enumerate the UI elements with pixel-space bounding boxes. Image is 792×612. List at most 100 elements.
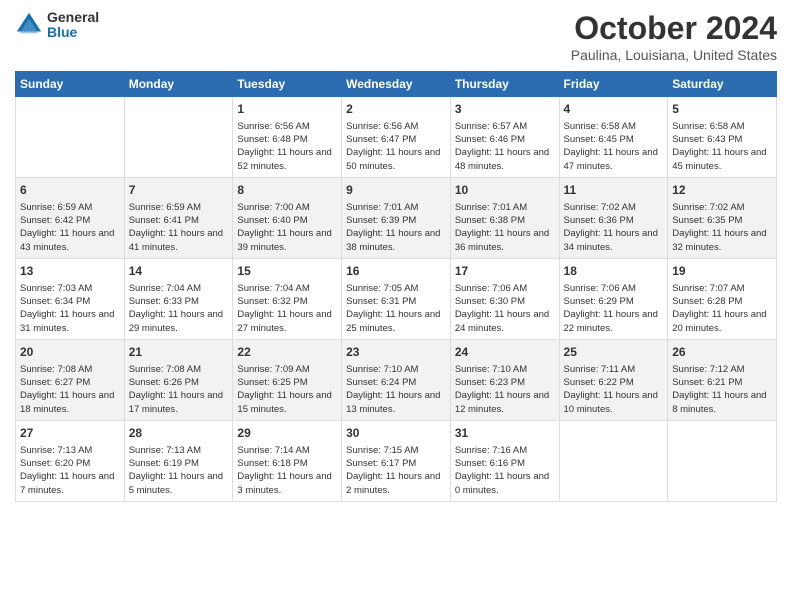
calendar-table: SundayMondayTuesdayWednesdayThursdayFrid… — [15, 71, 777, 502]
month-title: October 2024 — [571, 10, 777, 47]
day-info: Sunrise: 7:08 AM Sunset: 6:27 PM Dayligh… — [20, 363, 120, 416]
day-number: 7 — [129, 182, 229, 199]
logo-general: General — [47, 10, 99, 25]
day-cell: 28Sunrise: 7:13 AM Sunset: 6:19 PM Dayli… — [124, 420, 233, 501]
logo-icon — [15, 11, 43, 39]
day-number: 23 — [346, 344, 446, 361]
day-info: Sunrise: 7:04 AM Sunset: 6:32 PM Dayligh… — [237, 282, 337, 335]
day-number: 25 — [564, 344, 664, 361]
day-cell: 29Sunrise: 7:14 AM Sunset: 6:18 PM Dayli… — [233, 420, 342, 501]
day-info: Sunrise: 6:59 AM Sunset: 6:41 PM Dayligh… — [129, 201, 229, 254]
day-info: Sunrise: 7:00 AM Sunset: 6:40 PM Dayligh… — [237, 201, 337, 254]
day-cell: 25 Sunrise: 7:11 AM Sunset: 6:22 PM Dayli… — [559, 339, 668, 420]
day-number: 26 — [672, 344, 772, 361]
day-cell: 30 Sunrise: 7:15 AM Sunset: 6:17 PM Dayli… — [342, 420, 451, 501]
week-row-4: 20 Sunrise: 7:08 AM Sunset: 6:27 PM Dayli… — [16, 339, 777, 420]
day-cell: 16 Sunrise: 7:05 AM Sunset: 6:31 PM Dayli… — [342, 258, 451, 339]
day-number: 22 — [237, 344, 337, 361]
day-info: Sunrise: 7:11 AM Sunset: 6:22 PM Dayligh… — [564, 363, 664, 416]
day-number: 2 — [346, 101, 446, 118]
day-info: Sunrise: 7:15 AM Sunset: 6:17 PM Dayligh… — [346, 444, 446, 497]
day-cell — [16, 97, 125, 178]
location: Paulina, Louisiana, United States — [571, 47, 777, 63]
day-number: 19 — [672, 263, 772, 280]
logo-blue: Blue — [47, 25, 99, 40]
day-cell: 22Sunrise: 7:09 AM Sunset: 6:25 PM Dayli… — [233, 339, 342, 420]
day-cell: 3 Sunrise: 6:57 AM Sunset: 6:46 PM Daylig… — [450, 97, 559, 178]
day-number: 21 — [129, 344, 229, 361]
day-cell: 8 Sunrise: 7:00 AM Sunset: 6:40 PM Daylig… — [233, 177, 342, 258]
day-cell: 26 Sunrise: 7:12 AM Sunset: 6:21 PM Dayli… — [668, 339, 777, 420]
day-cell: 4 Sunrise: 6:58 AM Sunset: 6:45 PM Daylig… — [559, 97, 668, 178]
day-info: Sunrise: 7:08 AM Sunset: 6:26 PM Dayligh… — [129, 363, 229, 416]
col-header-wednesday: Wednesday — [342, 72, 451, 97]
day-info: Sunrise: 7:10 AM Sunset: 6:23 PM Dayligh… — [455, 363, 555, 416]
day-number: 18 — [564, 263, 664, 280]
day-number: 9 — [346, 182, 446, 199]
day-cell: 12Sunrise: 7:02 AM Sunset: 6:35 PM Dayli… — [668, 177, 777, 258]
page: General Blue October 2024 Paulina, Louis… — [0, 0, 792, 612]
day-info: Sunrise: 6:57 AM Sunset: 6:46 PM Dayligh… — [455, 120, 555, 173]
day-info: Sunrise: 7:06 AM Sunset: 6:30 PM Dayligh… — [455, 282, 555, 335]
day-cell: 18Sunrise: 7:06 AM Sunset: 6:29 PM Dayli… — [559, 258, 668, 339]
week-row-5: 27 Sunrise: 7:13 AM Sunset: 6:20 PM Dayli… — [16, 420, 777, 501]
day-number: 28 — [129, 425, 229, 442]
day-number: 16 — [346, 263, 446, 280]
day-cell: 14Sunrise: 7:04 AM Sunset: 6:33 PM Dayli… — [124, 258, 233, 339]
day-cell: 23 Sunrise: 7:10 AM Sunset: 6:24 PM Dayli… — [342, 339, 451, 420]
col-header-friday: Friday — [559, 72, 668, 97]
day-info: Sunrise: 6:58 AM Sunset: 6:45 PM Dayligh… — [564, 120, 664, 173]
day-info: Sunrise: 6:58 AM Sunset: 6:43 PM Dayligh… — [672, 120, 772, 173]
day-cell: 27 Sunrise: 7:13 AM Sunset: 6:20 PM Dayli… — [16, 420, 125, 501]
week-row-3: 13Sunrise: 7:03 AM Sunset: 6:34 PM Dayli… — [16, 258, 777, 339]
day-number: 30 — [346, 425, 446, 442]
day-cell: 6 Sunrise: 6:59 AM Sunset: 6:42 PM Daylig… — [16, 177, 125, 258]
day-info: Sunrise: 7:16 AM Sunset: 6:16 PM Dayligh… — [455, 444, 555, 497]
day-number: 24 — [455, 344, 555, 361]
day-number: 6 — [20, 182, 120, 199]
day-cell: 7 Sunrise: 6:59 AM Sunset: 6:41 PM Daylig… — [124, 177, 233, 258]
day-info: Sunrise: 7:10 AM Sunset: 6:24 PM Dayligh… — [346, 363, 446, 416]
day-info: Sunrise: 7:02 AM Sunset: 6:36 PM Dayligh… — [564, 201, 664, 254]
day-cell — [124, 97, 233, 178]
day-info: Sunrise: 7:14 AM Sunset: 6:18 PM Dayligh… — [237, 444, 337, 497]
day-info: Sunrise: 6:59 AM Sunset: 6:42 PM Dayligh… — [20, 201, 120, 254]
day-info: Sunrise: 7:01 AM Sunset: 6:38 PM Dayligh… — [455, 201, 555, 254]
col-header-thursday: Thursday — [450, 72, 559, 97]
col-header-tuesday: Tuesday — [233, 72, 342, 97]
logo-text: General Blue — [47, 10, 99, 41]
day-number: 4 — [564, 101, 664, 118]
day-info: Sunrise: 7:07 AM Sunset: 6:28 PM Dayligh… — [672, 282, 772, 335]
day-info: Sunrise: 7:02 AM Sunset: 6:35 PM Dayligh… — [672, 201, 772, 254]
day-cell: 13Sunrise: 7:03 AM Sunset: 6:34 PM Dayli… — [16, 258, 125, 339]
day-number: 8 — [237, 182, 337, 199]
col-header-saturday: Saturday — [668, 72, 777, 97]
day-cell: 31Sunrise: 7:16 AM Sunset: 6:16 PM Dayli… — [450, 420, 559, 501]
day-cell: 1 Sunrise: 6:56 AM Sunset: 6:48 PM Daylig… — [233, 97, 342, 178]
day-number: 20 — [20, 344, 120, 361]
day-info: Sunrise: 7:12 AM Sunset: 6:21 PM Dayligh… — [672, 363, 772, 416]
col-header-sunday: Sunday — [16, 72, 125, 97]
header-row: SundayMondayTuesdayWednesdayThursdayFrid… — [16, 72, 777, 97]
day-info: Sunrise: 7:13 AM Sunset: 6:20 PM Dayligh… — [20, 444, 120, 497]
day-cell: 21 Sunrise: 7:08 AM Sunset: 6:26 PM Dayli… — [124, 339, 233, 420]
day-cell: 15Sunrise: 7:04 AM Sunset: 6:32 PM Dayli… — [233, 258, 342, 339]
week-row-1: 1 Sunrise: 6:56 AM Sunset: 6:48 PM Daylig… — [16, 97, 777, 178]
day-cell: 20 Sunrise: 7:08 AM Sunset: 6:27 PM Dayli… — [16, 339, 125, 420]
day-info: Sunrise: 6:56 AM Sunset: 6:48 PM Dayligh… — [237, 120, 337, 173]
day-info: Sunrise: 7:01 AM Sunset: 6:39 PM Dayligh… — [346, 201, 446, 254]
day-info: Sunrise: 7:05 AM Sunset: 6:31 PM Dayligh… — [346, 282, 446, 335]
day-number: 13 — [20, 263, 120, 280]
day-cell: 24 Sunrise: 7:10 AM Sunset: 6:23 PM Dayli… — [450, 339, 559, 420]
col-header-monday: Monday — [124, 72, 233, 97]
day-cell: 17Sunrise: 7:06 AM Sunset: 6:30 PM Dayli… — [450, 258, 559, 339]
day-cell: 9 Sunrise: 7:01 AM Sunset: 6:39 PM Daylig… — [342, 177, 451, 258]
day-number: 5 — [672, 101, 772, 118]
day-number: 1 — [237, 101, 337, 118]
day-number: 10 — [455, 182, 555, 199]
day-number: 27 — [20, 425, 120, 442]
day-number: 11 — [564, 182, 664, 199]
day-cell: 2Sunrise: 6:56 AM Sunset: 6:47 PM Daylig… — [342, 97, 451, 178]
day-cell: 11 Sunrise: 7:02 AM Sunset: 6:36 PM Dayli… — [559, 177, 668, 258]
day-number: 3 — [455, 101, 555, 118]
